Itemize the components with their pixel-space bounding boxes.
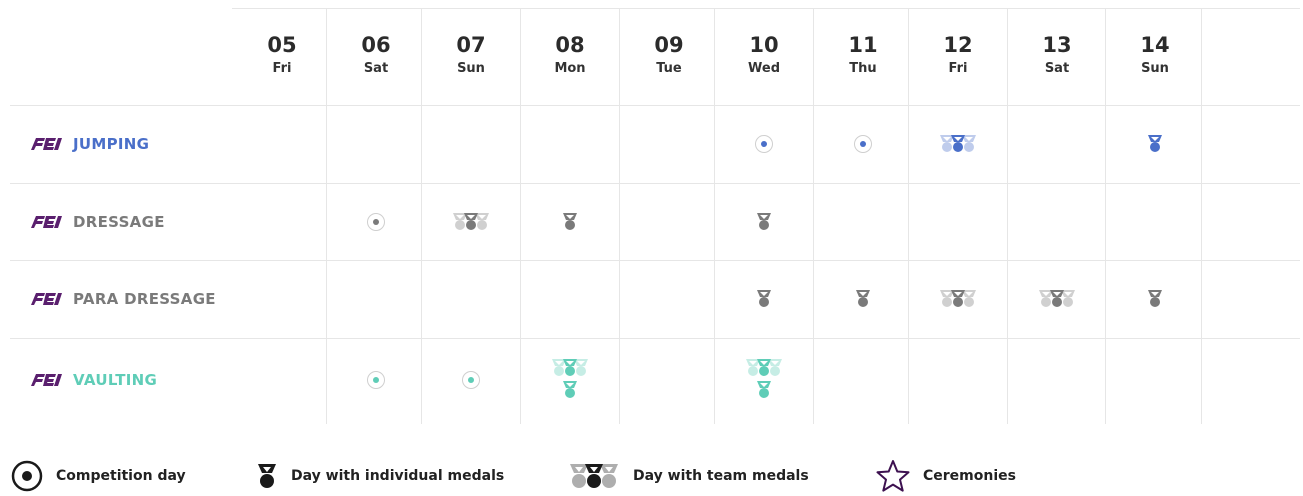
legend-item-ceremonies: Ceremonies — [875, 458, 1016, 494]
row-divider — [10, 105, 1300, 106]
day-number: 13 — [1042, 33, 1072, 57]
competition-dot — [373, 377, 379, 383]
day-weekday: Fri — [272, 61, 292, 76]
individual-medal-icon — [757, 290, 771, 307]
header-top-border — [232, 8, 1300, 9]
day-header: 07 Sun — [423, 32, 519, 78]
day-weekday: Mon — [554, 61, 586, 76]
row-divider — [10, 183, 1300, 184]
fei-logo-icon — [31, 293, 62, 305]
discipline-name: PARA DRESSAGE — [73, 290, 216, 308]
competition-day-icon — [854, 135, 872, 153]
individual-medal-icon — [757, 381, 771, 398]
column-divider — [1007, 8, 1008, 424]
column-divider — [520, 8, 521, 424]
individual-medal-icon — [856, 290, 870, 307]
competition-dot — [468, 377, 474, 383]
legend-label: Day with individual medals — [291, 468, 505, 484]
day-weekday: Tue — [656, 61, 682, 76]
day-header: 09 Tue — [621, 32, 717, 78]
discipline-label[interactable]: JUMPING — [27, 134, 149, 154]
individual-medal-icon — [1148, 290, 1162, 307]
column-divider — [813, 8, 814, 424]
day-number: 12 — [943, 33, 973, 57]
day-weekday: Thu — [849, 61, 877, 76]
team-medal-icon — [940, 135, 976, 152]
day-number: 05 — [267, 33, 297, 57]
ceremonies-star-icon — [876, 460, 910, 492]
individual-medal-icon — [258, 464, 276, 488]
team-medal-icon — [570, 464, 618, 488]
legend-item-individual: Day with individual medals — [255, 458, 504, 494]
competition-dot — [860, 141, 866, 147]
day-header: 11 Thu — [815, 32, 911, 78]
legend-item-competition: Competition day — [10, 458, 186, 494]
day-number: 08 — [555, 33, 585, 57]
fei-logo-icon — [31, 138, 62, 150]
competition-dot — [761, 141, 767, 147]
day-weekday: Sat — [363, 61, 389, 76]
individual-medal-icon — [1148, 135, 1162, 152]
competition-day-icon — [367, 371, 385, 389]
day-number: 06 — [361, 33, 391, 57]
competition-dot — [373, 219, 379, 225]
legend-label: Day with team medals — [633, 468, 809, 484]
row-divider — [10, 260, 1300, 261]
discipline-name: DRESSAGE — [73, 213, 165, 231]
day-header: 06 Sat — [328, 32, 424, 78]
legend-label: Ceremonies — [923, 468, 1016, 484]
day-header: 14 Sun — [1107, 32, 1203, 78]
day-weekday: Sat — [1044, 61, 1070, 76]
legend-item-team: Day with team medals — [567, 458, 809, 494]
day-header: 10 Wed — [716, 32, 812, 78]
day-header: 08 Mon — [522, 32, 618, 78]
day-weekday: Fri — [948, 61, 968, 76]
team-medal-icon — [1039, 290, 1075, 307]
day-number: 11 — [848, 33, 878, 57]
discipline-label[interactable]: DRESSAGE — [27, 212, 165, 232]
schedule-grid: 05 Fri 06 Sat 07 Sun 08 Mon 09 Tue 10 Wed 11 Thu 12 Fri… — [10, 0, 1300, 424]
column-divider — [619, 8, 620, 424]
individual-medal-icon — [563, 381, 577, 398]
day-header: 12 Fri — [910, 32, 1006, 78]
day-number: 09 — [654, 33, 684, 57]
fei-logo-icon — [31, 216, 62, 228]
team-medal-icon — [746, 359, 782, 376]
individual-medal-icon — [563, 213, 577, 230]
competition-day-icon — [755, 135, 773, 153]
team-medal-icon — [453, 213, 489, 230]
individual-medal-icon — [757, 213, 771, 230]
day-number: 10 — [749, 33, 779, 57]
day-number: 14 — [1140, 33, 1170, 57]
competition-day-icon — [11, 460, 43, 492]
day-weekday: Sun — [457, 61, 485, 76]
discipline-label[interactable]: VAULTING — [27, 370, 157, 390]
team-medal-icon — [552, 359, 588, 376]
discipline-name: VAULTING — [73, 371, 158, 389]
row-divider — [10, 338, 1300, 339]
competition-day-icon — [367, 213, 385, 231]
day-header: 13 Sat — [1009, 32, 1105, 78]
team-medal-icon — [940, 290, 976, 307]
discipline-label[interactable]: PARA DRESSAGE — [27, 289, 216, 309]
day-header: 05 Fri — [234, 32, 330, 78]
legend-label: Competition day — [56, 468, 186, 484]
discipline-name: JUMPING — [73, 135, 150, 153]
day-weekday: Sun — [1141, 61, 1169, 76]
day-number: 07 — [456, 33, 486, 57]
column-divider — [1105, 8, 1106, 424]
fei-logo-icon — [31, 374, 62, 386]
competition-day-icon — [462, 371, 480, 389]
day-weekday: Wed — [748, 61, 780, 76]
